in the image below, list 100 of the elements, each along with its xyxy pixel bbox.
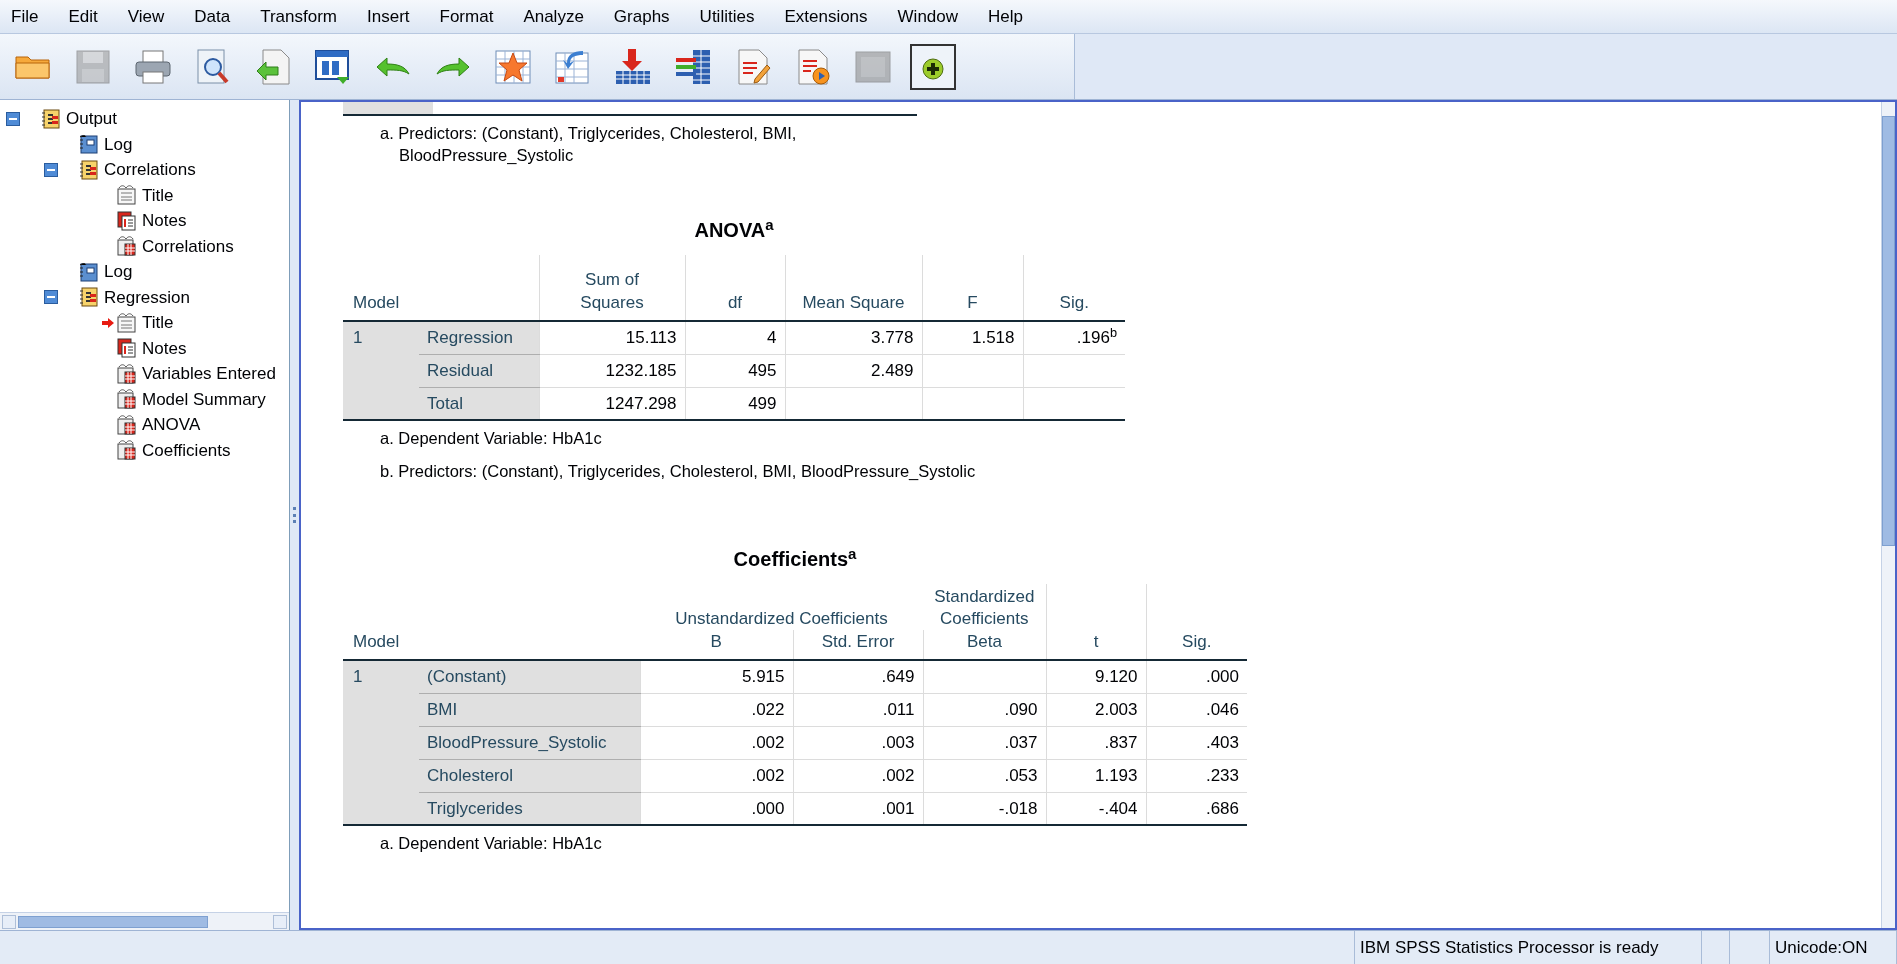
vertical-scrollbar[interactable] [1881, 102, 1895, 928]
splitter-grip-icon[interactable] [293, 507, 296, 523]
down-arrow-grid-icon [613, 46, 653, 87]
table-footnote: a. Dependent Variable: HbA1c [380, 428, 603, 449]
outline-item[interactable]: ANOVA [142, 412, 201, 438]
column-header: F [922, 255, 1023, 321]
menu-item[interactable]: Utilities [684, 0, 770, 33]
column-header: Sig. [1023, 255, 1125, 321]
outline-item[interactable]: Log [104, 259, 133, 285]
table-cell: .649 [793, 660, 923, 693]
outline-item[interactable]: Title [142, 182, 174, 208]
column-header: Std. Error [793, 630, 923, 660]
outline-item[interactable]: Coefficients [142, 437, 231, 463]
outline-item[interactable]: Correlations [104, 157, 196, 183]
table-cell: 1 [343, 660, 419, 693]
horizontal-scrollbar[interactable] [0, 912, 289, 930]
column-header: Mean Square [785, 255, 922, 321]
column-group-header: Unstandardized Coefficients [640, 584, 923, 630]
row-header: Cholesterol [419, 759, 640, 792]
table-document-icon [116, 439, 138, 462]
table-cell: 9.120 [1046, 660, 1146, 693]
outline-item[interactable]: Notes [142, 208, 187, 234]
menu-item[interactable]: Edit [53, 0, 113, 33]
notebook-icon [78, 286, 100, 309]
column-header: t [1046, 630, 1146, 660]
outline-item[interactable]: Correlations [142, 233, 234, 259]
menu-item[interactable]: Graphs [598, 0, 685, 33]
outline-item[interactable]: Log [104, 131, 133, 157]
table-document-icon [116, 388, 138, 411]
outline-item[interactable]: Title [142, 310, 174, 336]
table-document-icon [116, 362, 138, 385]
table-cell: 4 [685, 321, 785, 354]
table-cell: .002 [793, 759, 923, 792]
table-cell: .686 [1146, 792, 1247, 825]
column-header: Sum of Squares [539, 255, 685, 321]
table-cell: .837 [1046, 726, 1146, 759]
menu-item[interactable]: Insert [352, 0, 425, 33]
table-cell: 499 [685, 387, 785, 420]
table-cell: 495 [685, 354, 785, 387]
table-cell: .011 [793, 693, 923, 726]
column-header: Sig. [1146, 630, 1247, 660]
menu-item[interactable]: Window [882, 0, 974, 33]
outline-item[interactable]: Variables Entered [142, 361, 276, 387]
menu-item[interactable]: Analyze [508, 0, 599, 33]
table-cell: 3.778 [785, 321, 922, 354]
outline-item[interactable]: Notes [142, 335, 187, 361]
row-header: Total [419, 387, 539, 420]
table-cell: 2.003 [1046, 693, 1146, 726]
table-cell: .196$^{b}$ [1023, 321, 1125, 354]
table-cell: .000 [1146, 660, 1247, 693]
menu-item[interactable]: View [112, 0, 180, 33]
table-cell: .001 [793, 792, 923, 825]
table-cell: .403 [1146, 726, 1247, 759]
table-document-icon [116, 413, 138, 436]
document-icon [116, 184, 138, 207]
table-cell: .053 [923, 759, 1046, 792]
menu-item[interactable]: Transform [245, 0, 352, 33]
table-cell: -.018 [923, 792, 1046, 825]
outline-item[interactable]: Regression [104, 284, 190, 310]
collapse-icon[interactable] [6, 111, 20, 126]
table-cell: 1 [343, 321, 419, 354]
table-cell: .090 [923, 693, 1046, 726]
table-cell: -.404 [1046, 792, 1146, 825]
table-cell: .037 [923, 726, 1046, 759]
table-cell: .002 [640, 726, 793, 759]
table-cell: 15.113 [539, 321, 685, 354]
row-header: Residual [419, 354, 539, 387]
plus-circle-button[interactable] [910, 43, 956, 90]
collapse-icon[interactable] [44, 290, 58, 305]
row-header: Triglycerides [419, 792, 640, 825]
table-cell: .022 [640, 693, 793, 726]
menu-item[interactable]: Extensions [769, 0, 883, 33]
column-header: Model [343, 255, 419, 321]
table-title: ANOVA$^{a}$ [693, 215, 775, 243]
document-icon [116, 311, 138, 334]
table-cell: .233 [1146, 759, 1247, 792]
collapse-icon[interactable] [44, 162, 58, 177]
column-header: Model [343, 630, 419, 660]
table-cell: .002 [640, 759, 793, 792]
menu-item[interactable]: Data [179, 0, 246, 33]
outline-item[interactable]: Output [66, 106, 118, 132]
table-cell: 5.915 [640, 660, 793, 693]
column-header: Beta [923, 630, 1046, 660]
table-cell: .003 [793, 726, 923, 759]
row-header: Regression [419, 321, 539, 354]
outline-item[interactable]: Model Summary [142, 386, 266, 412]
table-footnote: a. Predictors: (Constant), Triglycerides, Cholesterol, BMI, BloodPressure_Systolic [380, 123, 798, 166]
table-cell: .046 [1146, 693, 1247, 726]
menu-item[interactable]: File [0, 0, 54, 33]
notebook-icon [78, 158, 100, 181]
menu-item[interactable]: Format [424, 0, 509, 33]
table-footnote: b. Predictors: (Constant), Triglycerides, Cholesterol, BMI, BloodPressure_Systolic [380, 461, 977, 482]
column-group-header: Standardized Coefficients [923, 584, 1046, 630]
menu-item[interactable]: Help [973, 0, 1038, 33]
table-cell: 1.193 [1046, 759, 1146, 792]
table-cell: 2.489 [785, 354, 922, 387]
table-cell: 1.518 [922, 321, 1023, 354]
table-cell: 1247.298 [539, 387, 685, 420]
notebook-icon [78, 260, 100, 283]
row-header: BloodPressure_Systolic [419, 726, 640, 759]
